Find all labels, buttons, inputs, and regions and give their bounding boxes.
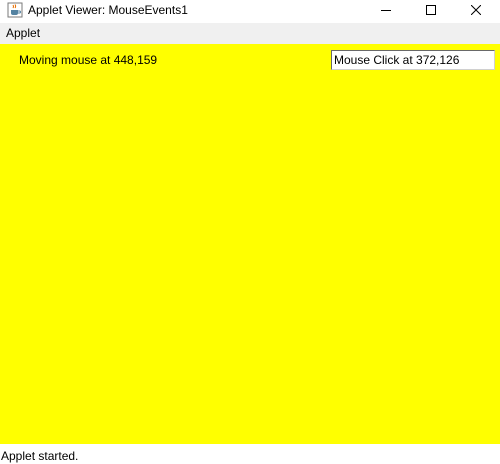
status-bar: Applet started. — [0, 444, 500, 464]
window-title: Applet Viewer: MouseEvents1 — [28, 3, 188, 17]
status-text: Applet started. — [1, 449, 79, 463]
minimize-button[interactable] — [363, 0, 409, 21]
applet-viewer-window: Applet Viewer: MouseEvents1 Applet Movin… — [0, 0, 500, 464]
java-cup-icon[interactable] — [7, 2, 23, 18]
maximize-button[interactable] — [408, 0, 454, 21]
mouse-click-field[interactable] — [331, 50, 495, 70]
menu-applet[interactable]: Applet — [6, 26, 40, 41]
minimize-icon — [381, 2, 391, 20]
close-icon — [470, 2, 482, 20]
menu-bar: Applet — [0, 23, 500, 44]
title-bar[interactable]: Applet Viewer: MouseEvents1 — [0, 0, 500, 21]
close-button[interactable] — [453, 0, 499, 21]
mouse-move-status: Moving mouse at 448,159 — [19, 53, 158, 67]
applet-canvas[interactable]: Moving mouse at 448,159 — [0, 44, 500, 444]
maximize-icon — [426, 2, 436, 20]
